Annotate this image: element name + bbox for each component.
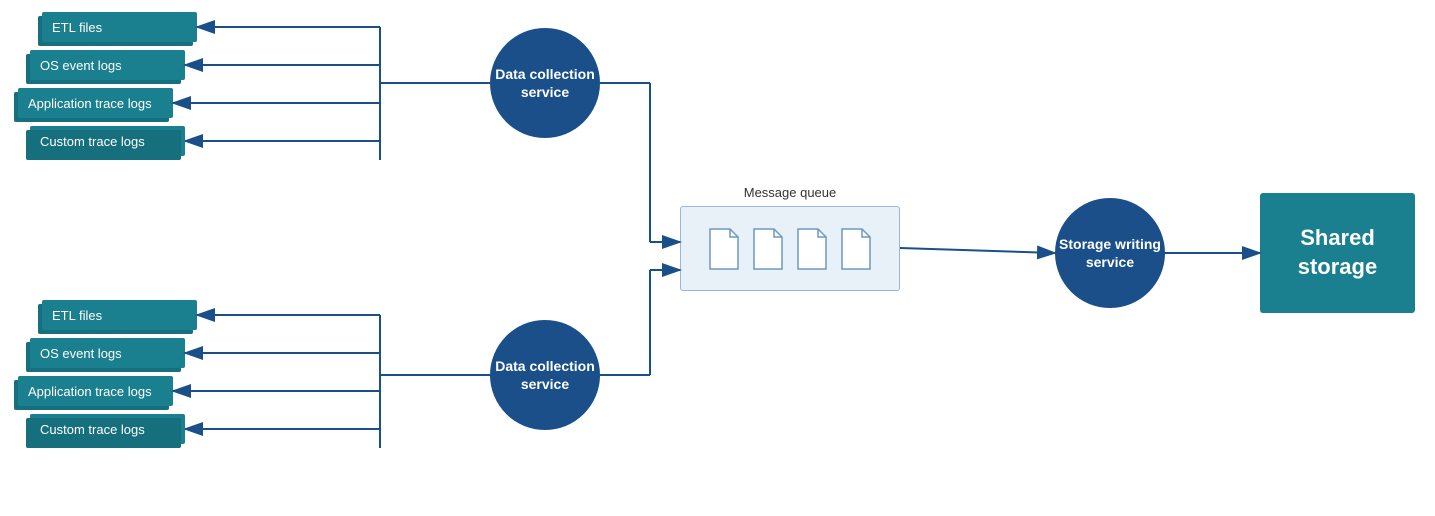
message-queue: Message queue — [680, 185, 900, 300]
mq-doc-1 — [706, 227, 742, 271]
mq-doc-3 — [794, 227, 830, 271]
message-queue-box — [680, 206, 900, 291]
mq-doc-2 — [750, 227, 786, 271]
etl-files-top: ETL files — [42, 12, 197, 42]
os-event-logs-bot: OS event logs — [30, 338, 185, 368]
storage-writing-circle: Storage writing service — [1055, 198, 1165, 308]
architecture-diagram: ETL files OS event logs Application trac… — [0, 0, 1435, 516]
message-queue-label: Message queue — [680, 185, 900, 200]
app-trace-logs-bot: Application trace logs — [18, 376, 173, 406]
mq-doc-4 — [838, 227, 874, 271]
data-collection-circle-bot: Data collection service — [490, 320, 600, 430]
custom-trace-logs-bot: Custom trace logs — [30, 414, 185, 444]
data-collection-circle-top: Data collection service — [490, 28, 600, 138]
shared-storage-box: Shared storage — [1260, 193, 1415, 313]
etl-files-bot: ETL files — [42, 300, 197, 330]
app-trace-logs-top: Application trace logs — [18, 88, 173, 118]
custom-trace-logs-top: Custom trace logs — [30, 126, 185, 156]
os-event-logs-top: OS event logs — [30, 50, 185, 80]
